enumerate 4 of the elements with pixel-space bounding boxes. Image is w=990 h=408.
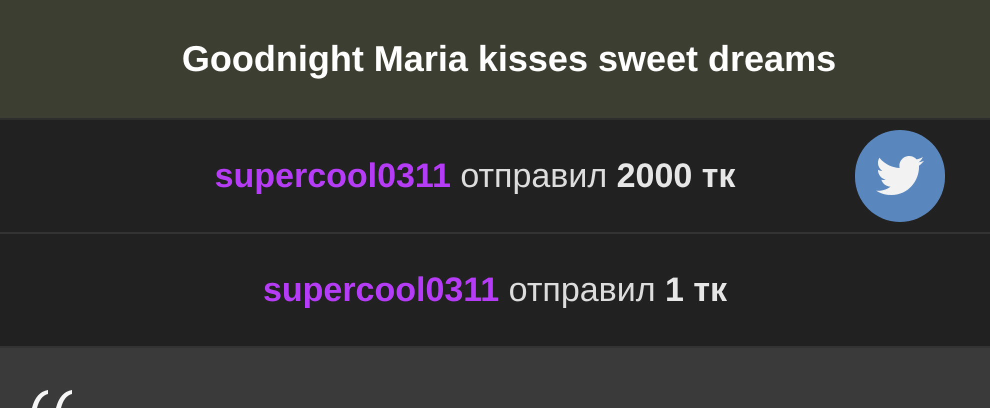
- bird-icon: [876, 156, 924, 196]
- donation-text: supercool0311 отправил 1 тк: [262, 270, 728, 310]
- title: Goodnight Maria kisses sweet dreams: [182, 37, 836, 81]
- donation-text: supercool0311 отправил 2000 тк: [214, 156, 736, 196]
